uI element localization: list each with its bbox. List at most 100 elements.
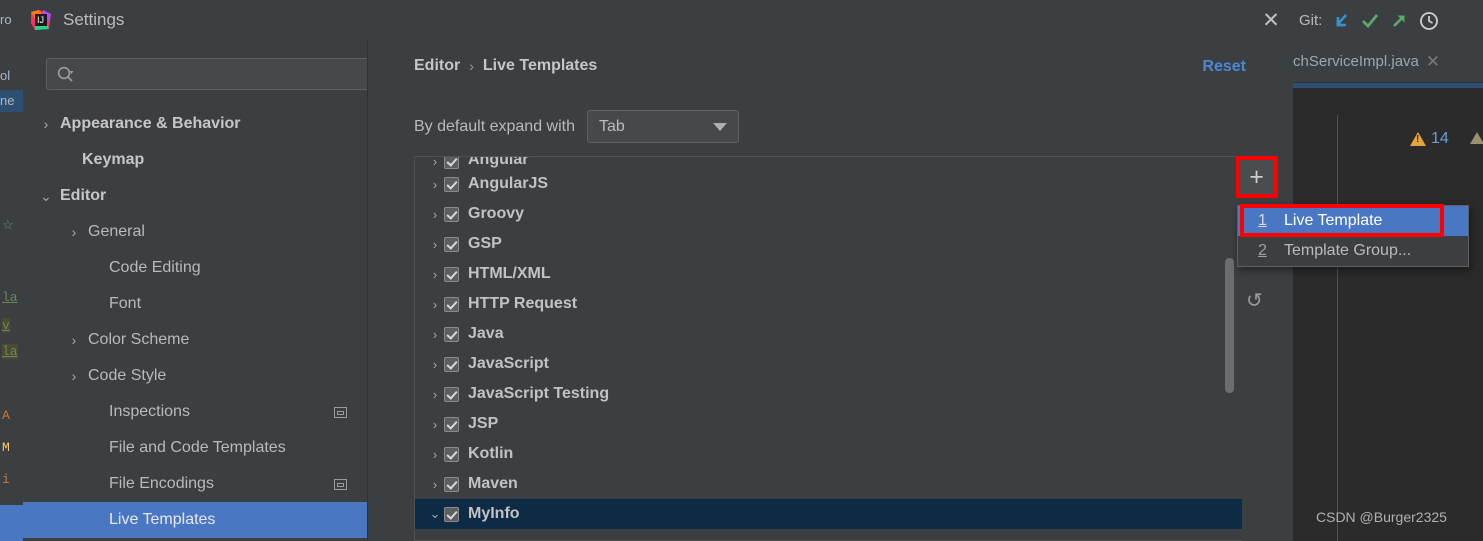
template-group-row[interactable]: › Maven (415, 469, 1261, 499)
template-group-checkbox[interactable] (444, 157, 459, 169)
git-pull-icon[interactable] (1331, 11, 1351, 31)
template-group-checkbox[interactable] (444, 266, 459, 282)
chevron-right-icon[interactable]: › (67, 224, 81, 240)
template-group-checkbox[interactable] (444, 506, 459, 522)
git-push-icon[interactable] (1389, 11, 1409, 31)
git-history-clock-icon[interactable] (1418, 10, 1440, 32)
template-group-label: Maven (468, 475, 518, 492)
sidebar-item-code-style[interactable]: › Code Style (23, 358, 367, 394)
status-badge[interactable]: 14 (1410, 130, 1449, 148)
template-group-list[interactable]: › Angular › AngularJS › Groovy › GSP › HTML/XML › H… (414, 156, 1262, 541)
chevron-right-icon[interactable]: › (426, 477, 444, 492)
template-group-row[interactable]: › JSP (415, 409, 1261, 439)
template-list-scrollbar[interactable] (1225, 258, 1234, 393)
template-group-checkbox[interactable] (444, 356, 459, 372)
ide-editor-tabbar[interactable]: chServiceImpl.java ✕ (1293, 41, 1483, 83)
sidebar-item-inspections[interactable]: Inspections (23, 394, 367, 430)
chevron-right-icon[interactable]: › (39, 116, 53, 132)
template-group-checkbox[interactable] (444, 476, 459, 492)
chevron-right-icon[interactable]: › (426, 387, 444, 402)
template-group-checkbox[interactable] (444, 326, 459, 342)
reset-link[interactable]: Reset (1202, 58, 1246, 76)
template-group-checkbox[interactable] (444, 446, 459, 462)
template-group-label: AngularJS (468, 175, 549, 192)
chevron-right-icon[interactable]: › (426, 357, 444, 372)
template-group-checkbox[interactable] (444, 296, 459, 312)
sidebar-item-file-encodings[interactable]: File Encodings (23, 466, 367, 502)
sidebar-item-label: Inspections (109, 403, 190, 420)
expand-with-select[interactable]: Tab (587, 110, 739, 143)
breadcrumb-parent[interactable]: Editor (414, 57, 460, 75)
chevron-down-icon[interactable]: ⌄ (39, 188, 53, 205)
template-group-label: HTML/XML (468, 265, 551, 282)
svg-text:IJ: IJ (37, 15, 44, 25)
template-group-checkbox[interactable] (444, 236, 459, 252)
template-group-row[interactable]: › AngularJS (415, 169, 1261, 199)
sidebar-item-general[interactable]: › General (23, 214, 367, 250)
chevron-right-icon[interactable]: › (426, 447, 444, 462)
chevron-down-icon[interactable]: ⌄ (426, 506, 444, 522)
sidebar-item-label: File Encodings (109, 475, 214, 492)
menu-item-label: Live Template (1284, 212, 1383, 229)
template-group-row[interactable]: › GSP (415, 229, 1261, 259)
sidebar-item-live-templates[interactable]: Live Templates (23, 502, 367, 538)
template-group-row[interactable]: › Java (415, 319, 1261, 349)
sidebar-item-label: File and Code Templates (109, 439, 286, 456)
template-group-checkbox[interactable] (444, 176, 459, 192)
ide-selection-highlight (0, 505, 23, 541)
chevron-right-icon[interactable]: › (426, 267, 444, 282)
menu-item-live-template[interactable]: 1 Live Template (1238, 206, 1468, 236)
chevron-right-icon[interactable]: › (426, 327, 444, 342)
warning-count: 14 (1431, 130, 1449, 147)
search-input[interactable] (81, 65, 375, 83)
search-box[interactable] (46, 58, 376, 90)
editor-tab-label[interactable]: chServiceImpl.java (1293, 53, 1419, 70)
sidebar-item-file-and-code-templates[interactable]: File and Code Templates (23, 430, 367, 466)
chevron-right-icon[interactable]: › (426, 297, 444, 312)
chevron-right-icon[interactable]: › (426, 237, 444, 252)
sidebar-item-keymap[interactable]: Keymap (23, 142, 367, 178)
project-row-2: ol (0, 68, 11, 83)
menu-item-template-group[interactable]: 2 Template Group... (1238, 236, 1468, 266)
sidebar-item-code-editing[interactable]: Code Editing (23, 250, 367, 286)
sidebar-item-appearance-behavior[interactable]: › Appearance & Behavior (23, 106, 367, 142)
sidebar-item-editor[interactable]: ⌄ Editor (23, 178, 367, 214)
tab-close-icon[interactable]: ✕ (1426, 52, 1440, 72)
template-group-label: JSP (468, 415, 499, 432)
add-button[interactable]: + (1239, 160, 1274, 195)
git-commit-check-icon[interactable] (1360, 11, 1380, 31)
chevron-right-icon[interactable]: › (67, 368, 81, 384)
template-group-row[interactable]: › Groovy (415, 199, 1261, 229)
sidebar-item-color-scheme[interactable]: › Color Scheme (23, 322, 367, 358)
sidebar-item-label: Font (109, 295, 142, 312)
sidebar-item-label: General (88, 223, 145, 240)
sidebar-item-label: Keymap (82, 151, 145, 168)
template-group-row[interactable]: › JavaScript Testing (415, 379, 1261, 409)
template-group-checkbox[interactable] (444, 206, 459, 222)
undo-icon[interactable]: ↺ (1246, 288, 1263, 313)
template-group-checkbox[interactable] (444, 386, 459, 402)
chevron-right-icon[interactable]: › (426, 207, 444, 222)
template-group-row[interactable]: ⌄ MyInfo (415, 499, 1261, 529)
template-group-row[interactable]: › Angular (415, 157, 1261, 169)
project-scope-icon (334, 478, 347, 490)
expand-with-value: Tab (599, 117, 625, 135)
sidebar-item-font[interactable]: Font (23, 286, 367, 322)
chevron-right-icon[interactable]: › (426, 177, 444, 192)
search-icon (56, 65, 75, 84)
close-icon[interactable]: ✕ (1257, 7, 1285, 33)
sidebar-item-label: Appearance & Behavior (60, 115, 241, 132)
chevron-right-icon[interactable]: › (426, 417, 444, 432)
template-group-checkbox[interactable] (444, 416, 459, 432)
template-group-row[interactable]: › JavaScript (415, 349, 1261, 379)
code-row-2: la (2, 290, 18, 305)
template-group-row[interactable]: › Kotlin (415, 439, 1261, 469)
code-row-4: la (2, 344, 18, 359)
chevron-right-icon[interactable]: › (426, 157, 444, 169)
template-group-row[interactable]: › HTML/XML (415, 259, 1261, 289)
sidebar-item-label: Live Templates (109, 511, 216, 528)
template-group-row[interactable]: › HTTP Request (415, 289, 1261, 319)
template-group-label: Angular (468, 157, 529, 168)
chevron-right-icon[interactable]: › (67, 332, 81, 348)
menu-item-mnemonic: 1 (1258, 212, 1267, 229)
